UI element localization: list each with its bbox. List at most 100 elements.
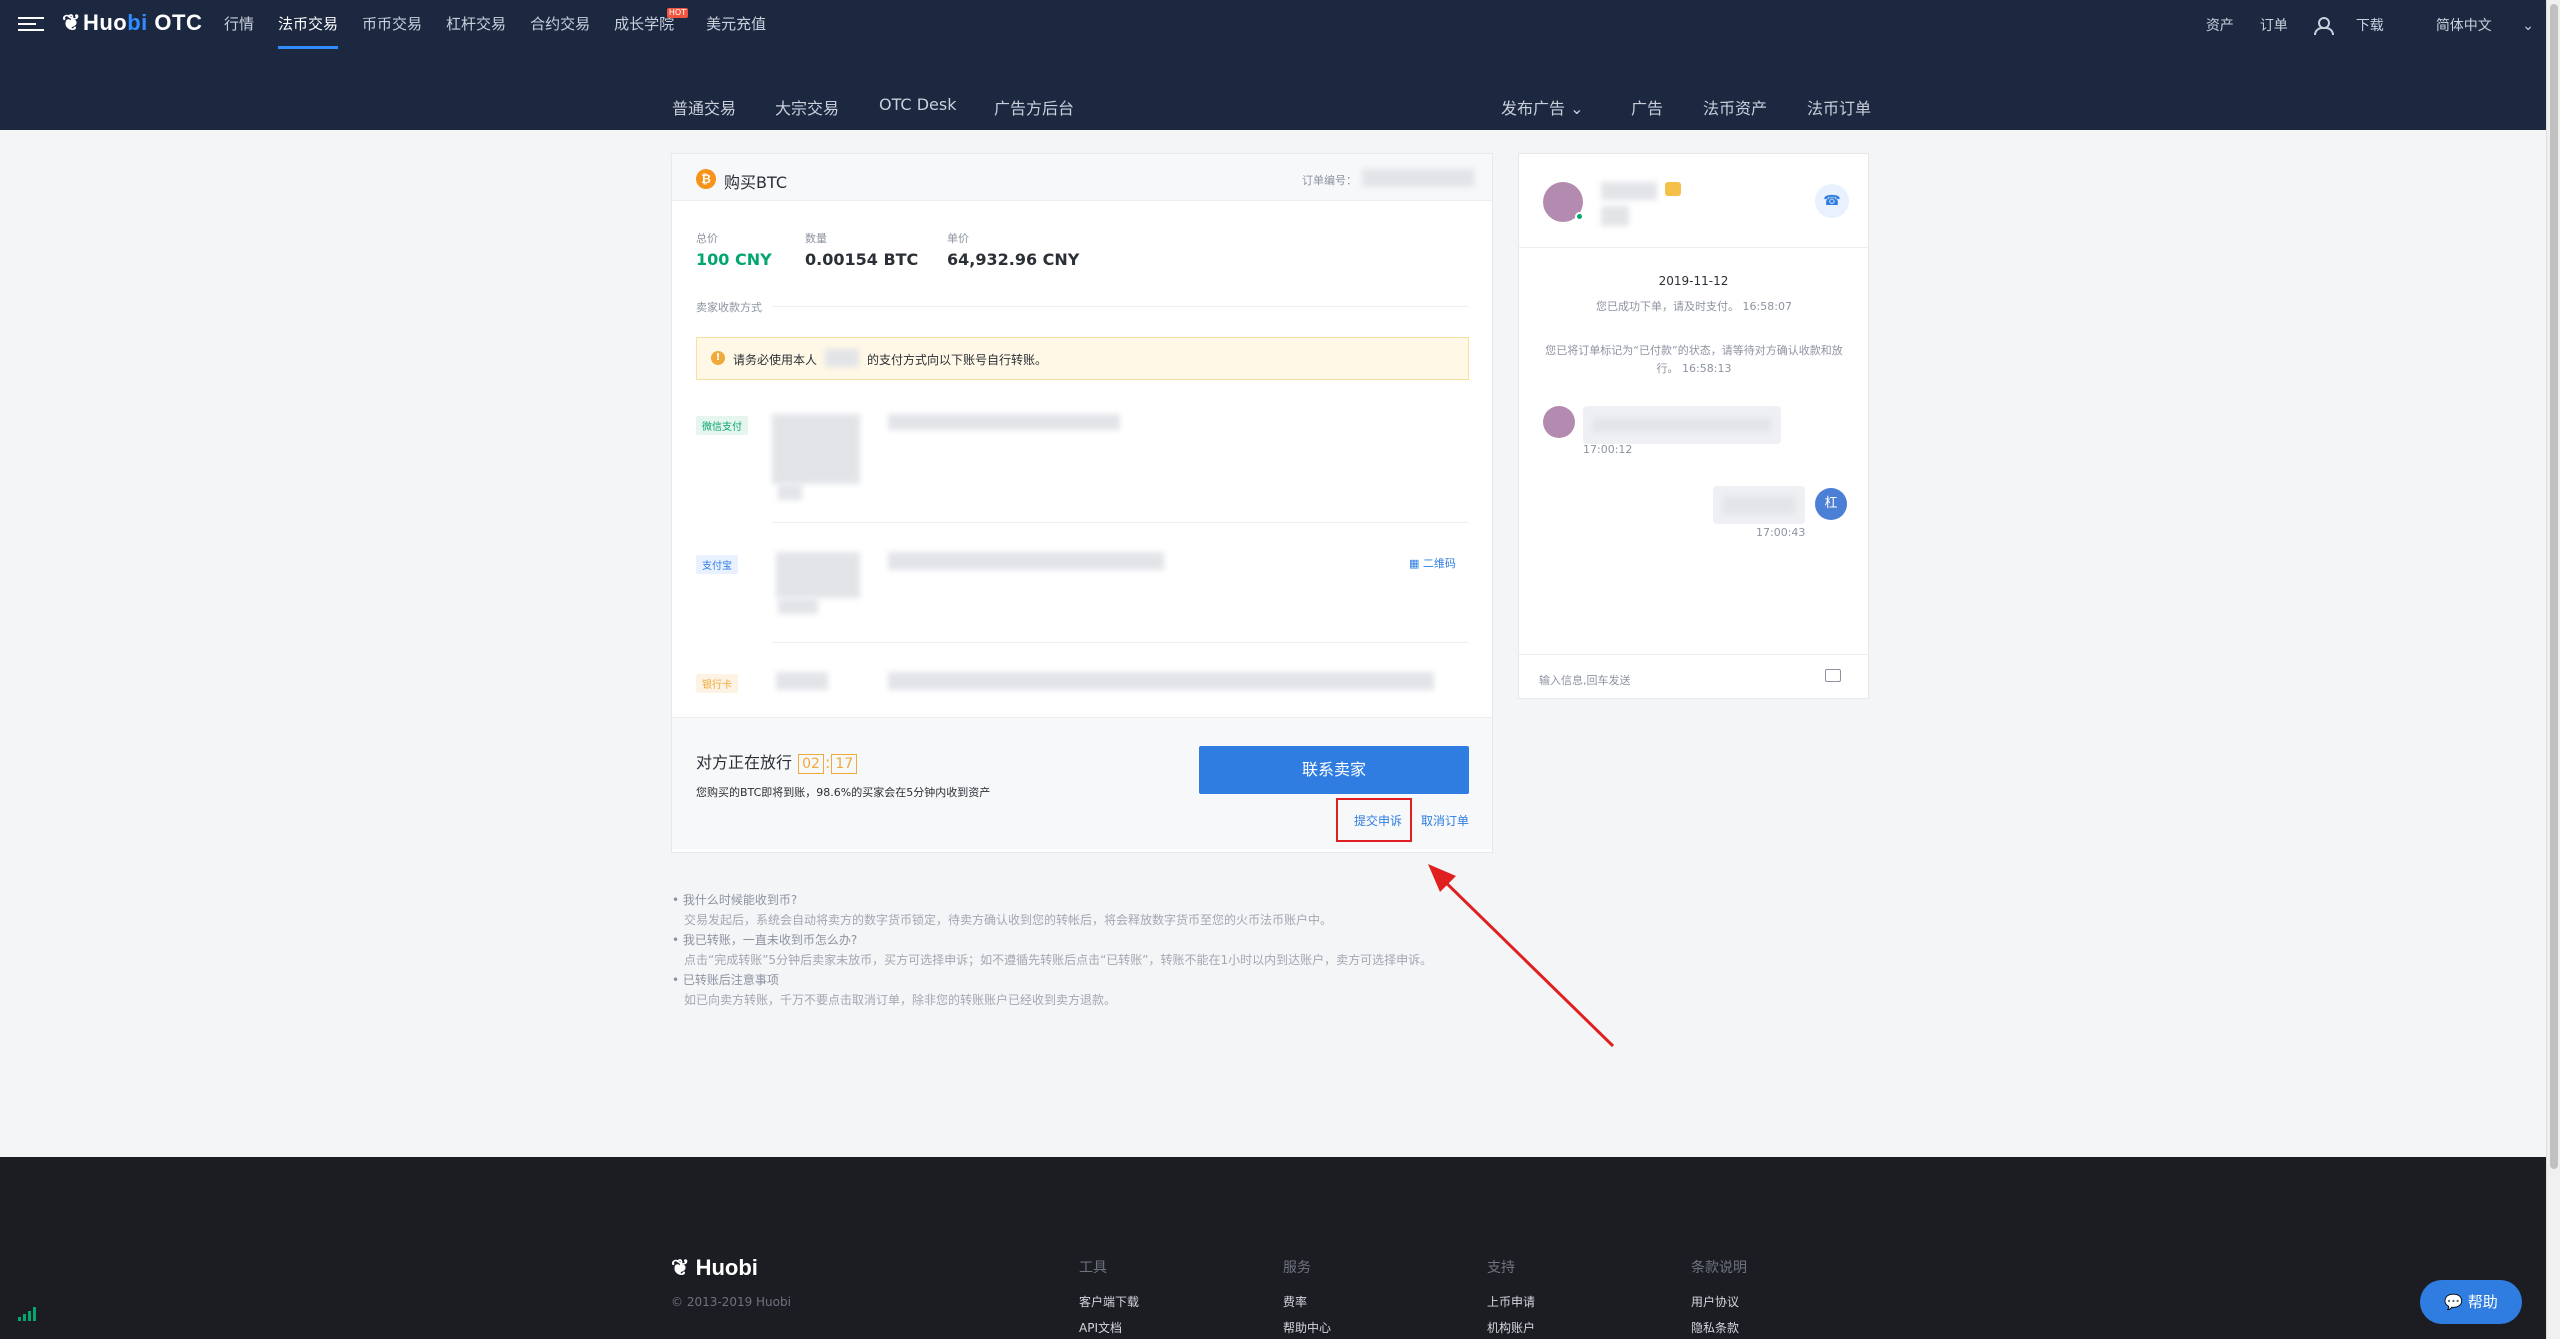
nav-coin-trade[interactable]: 币币交易 bbox=[362, 0, 422, 49]
top-right-menu: 资产 订单 下载 简体中文 ⌄ bbox=[2180, 0, 2534, 49]
faq-answer: 交易发起后，系统会自动将卖方的数字货币锁定，待卖方确认收到您的转帐后，将会释放数… bbox=[684, 913, 1333, 927]
order-card: ₿ 购买BTC 订单编号： 总价 100 CNY 数量 0.00154 BTC … bbox=[671, 153, 1493, 853]
total-value: 100 CNY bbox=[696, 250, 772, 269]
nav-fiat-trade[interactable]: 法币交易 bbox=[278, 0, 339, 49]
annotation-highlight-box bbox=[1336, 798, 1412, 842]
subnav-ads[interactable]: 广告 bbox=[1631, 95, 1663, 119]
footer-link[interactable]: 上币申请 bbox=[1487, 1293, 1535, 1310]
footer-logo[interactable]: ❦ Huobi bbox=[671, 1255, 758, 1281]
top-navbar: ❦Huobi OTC 行情 法币交易 币币交易 杠杆交易 合约交易 成长学院 HO… bbox=[0, 0, 2560, 49]
wechat-account-redacted bbox=[888, 414, 1120, 430]
notice-prefix: 请务必使用本人 bbox=[733, 353, 818, 367]
order-header: ₿ 购买BTC 订单编号： bbox=[672, 154, 1492, 201]
price-value: 64,932.96 CNY bbox=[947, 250, 1080, 269]
footer-logo-text: Huobi bbox=[695, 1255, 758, 1280]
chat-input[interactable]: 输入信息,回车发送 bbox=[1539, 672, 1631, 688]
online-dot bbox=[1575, 212, 1584, 221]
faq-answer: 如已向卖方转账，千万不要点击取消订单，除非您的转账账户已经收到卖方退款。 bbox=[684, 993, 1117, 1007]
footer-link[interactable]: 机构账户 bbox=[1487, 1319, 1535, 1336]
footer-link[interactable]: 用户协议 bbox=[1691, 1293, 1739, 1310]
footer-col-title: 支持 bbox=[1487, 1260, 1515, 1276]
divider bbox=[772, 522, 1469, 523]
subnav-block-trade[interactable]: 大宗交易 bbox=[775, 95, 839, 119]
post-ad-label: 发布广告 bbox=[1501, 99, 1566, 118]
wechat-qr-redacted-2 bbox=[778, 484, 802, 500]
faq-question-text: 我已转账，一直未收到币怎么办? bbox=[682, 933, 858, 947]
notice-suffix: 的支付方式向以下账号自行转账。 bbox=[867, 353, 1048, 367]
menu-icon[interactable] bbox=[18, 15, 46, 33]
phone-icon[interactable]: ☎ bbox=[1815, 184, 1849, 218]
message-redacted bbox=[1593, 418, 1771, 432]
nav-orders[interactable]: 订单 bbox=[2260, 15, 2288, 35]
help-button[interactable]: 💬 帮助 bbox=[2420, 1280, 2522, 1324]
bank-name-redacted bbox=[776, 672, 828, 690]
alipay-qr-redacted-2 bbox=[778, 598, 818, 614]
faq-section: • 我什么时候能收到币? 交易发起后，系统会自动将卖方的数字货币锁定，待卖方确认… bbox=[672, 890, 1432, 1010]
qrcode-label: 二维码 bbox=[1422, 557, 1456, 570]
sub-navbar: 普通交易 大宗交易 OTC Desk 广告方后台 发布广告 ⌄ 广告 法币资产 … bbox=[0, 49, 2560, 130]
status-subtext: 您购买的BTC即将到账，98.6%的买家会在5分钟内收到资产 bbox=[696, 786, 991, 799]
nav-usd-deposit[interactable]: 美元充值 bbox=[706, 0, 766, 49]
chat-system-message: 您已将订单标记为“已付款”的状态，请等待对方确认收款和放行。 16:58:13 bbox=[1545, 344, 1843, 375]
main-menu: 行情 法币交易 币币交易 杠杆交易 合约交易 成长学院 HOT 美元充值 bbox=[224, 0, 790, 49]
subnav-fiat-assets[interactable]: 法币资产 bbox=[1703, 95, 1767, 119]
scrollbar-thumb[interactable] bbox=[2550, 4, 2558, 1169]
nav-assets[interactable]: 资产 bbox=[2206, 15, 2234, 35]
signal-icon bbox=[18, 1307, 36, 1321]
help-label: 帮助 bbox=[2467, 1293, 2498, 1311]
footer-link[interactable]: API文档 bbox=[1079, 1319, 1122, 1336]
subnav-fiat-orders[interactable]: 法币订单 bbox=[1807, 95, 1871, 119]
cancel-order-link[interactable]: 取消订单 bbox=[1421, 812, 1469, 829]
timer-minutes: 02 bbox=[798, 754, 824, 774]
scrollbar[interactable] bbox=[2546, 0, 2560, 1339]
huobi-otc-logo[interactable]: ❦Huobi OTC bbox=[62, 10, 202, 36]
message-redacted bbox=[1723, 496, 1795, 514]
faq-question: • 我已转账，一直未收到币怎么办? bbox=[672, 933, 858, 947]
chat-bubble-icon: 💬 bbox=[2444, 1293, 2463, 1311]
faq-question: • 已转账后注意事项 bbox=[672, 973, 779, 987]
btc-icon: ₿ bbox=[696, 169, 716, 189]
order-number-label: 订单编号： bbox=[1302, 174, 1357, 187]
qrcode-icon: ▦ bbox=[1409, 557, 1420, 570]
payer-name-redacted bbox=[825, 349, 859, 367]
chat-time: 17:00:12 bbox=[1583, 443, 1633, 456]
order-number-redacted bbox=[1362, 169, 1474, 187]
qrcode-link[interactable]: ▦ 二维码 bbox=[1409, 555, 1456, 571]
chat-header: ☎ bbox=[1519, 154, 1868, 248]
subnav-otc-desk[interactable]: OTC Desk bbox=[879, 95, 956, 114]
subnav-post-ad[interactable]: 发布广告 ⌄ bbox=[1501, 95, 1584, 119]
chat-system-message: 您已成功下单，请及时支付。 16:58:07 bbox=[1596, 300, 1792, 313]
language-label: 简体中文 bbox=[2435, 17, 2492, 34]
alipay-tag: 支付宝 bbox=[696, 555, 738, 574]
language-select[interactable]: 简体中文 ⌄ bbox=[2410, 15, 2534, 35]
subnav-normal-trade[interactable]: 普通交易 bbox=[672, 95, 736, 119]
total-label: 总价 bbox=[696, 232, 718, 245]
footer-link[interactable]: 客户端下载 bbox=[1079, 1293, 1139, 1310]
nav-contract-trade[interactable]: 合约交易 bbox=[530, 0, 590, 49]
chat-input-divider bbox=[1519, 654, 1868, 655]
seller-avatar bbox=[1543, 406, 1575, 438]
nav-academy[interactable]: 成长学院 HOT bbox=[614, 0, 689, 49]
faq-question-text: 我什么时候能收到币? bbox=[682, 893, 798, 907]
faq-question-text: 已转账后注意事项 bbox=[682, 973, 779, 987]
footer-col-title: 服务 bbox=[1283, 1260, 1311, 1276]
contact-seller-button[interactable]: 联系卖家 bbox=[1199, 746, 1469, 794]
chat-message-bubble bbox=[1583, 406, 1781, 444]
wechat-qr-redacted bbox=[772, 414, 860, 484]
timer-separator: : bbox=[824, 753, 831, 772]
footer-link[interactable]: 费率 bbox=[1283, 1293, 1307, 1310]
footer-link[interactable]: 帮助中心 bbox=[1283, 1319, 1331, 1336]
nav-margin-trade[interactable]: 杠杆交易 bbox=[446, 0, 506, 49]
image-upload-icon[interactable] bbox=[1825, 669, 1841, 682]
nav-download[interactable]: 下载 bbox=[2356, 15, 2384, 35]
chevron-down-icon: ⌄ bbox=[2522, 17, 2534, 34]
nav-market[interactable]: 行情 bbox=[224, 0, 254, 49]
site-footer: ❦ Huobi © 2013-2019 Huobi 工具 客户端下载 API文档… bbox=[0, 1157, 2546, 1339]
subnav-advertiser-backend[interactable]: 广告方后台 bbox=[994, 95, 1074, 119]
footer-link[interactable]: 隐私条款 bbox=[1691, 1319, 1739, 1336]
user-icon[interactable] bbox=[2313, 16, 2334, 35]
order-title: 购买BTC bbox=[724, 173, 787, 192]
chat-time: 17:00:43 bbox=[1756, 526, 1806, 539]
bank-card-tag: 银行卡 bbox=[696, 674, 738, 693]
self-avatar: 杠 bbox=[1815, 488, 1847, 520]
